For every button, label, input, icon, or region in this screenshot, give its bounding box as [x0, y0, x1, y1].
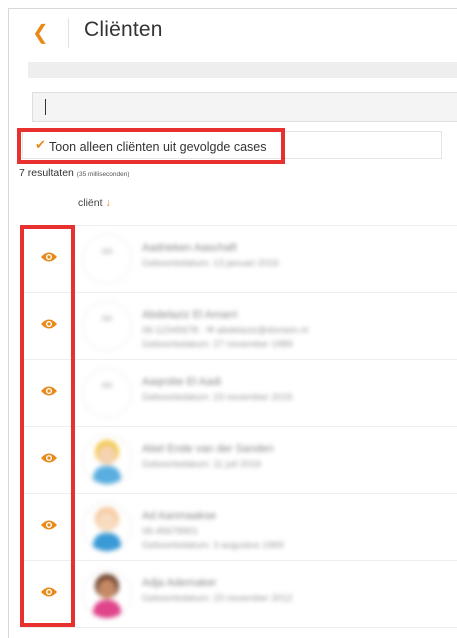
avatar — [82, 435, 132, 485]
results-time: (35 milliseconden) — [76, 171, 130, 178]
avatar-face — [98, 512, 116, 532]
client-row[interactable]: Abel Ende van der Sanden Geboortedatum: 1… — [20, 426, 457, 493]
client-list: AA Aadrieken Aaschaft Geboortedatum: 13 ja… — [20, 225, 457, 628]
avatar-body — [93, 533, 121, 551]
client-row[interactable]: Adja Ademaker Geboortedatum: 23 november … — [20, 560, 457, 628]
header-divider — [68, 18, 69, 48]
client-name[interactable]: Adja Ademaker — [142, 577, 217, 589]
avatar-face — [98, 445, 116, 465]
client-row[interactable]: AA Aadrieken Aaschaft Geboortedatum: 13 ja… — [20, 225, 457, 292]
avatar — [82, 502, 132, 552]
client-detail: 06-12345678 · ✉ abdelaziz@domein.nl — [142, 325, 309, 336]
client-row[interactable]: AA Abdelaziz El Amarri 06-12345678 · ✉ abd… — [20, 292, 457, 359]
avatar: AA — [82, 234, 132, 284]
avatar-initials: AA — [101, 247, 113, 256]
avatar — [82, 569, 132, 619]
client-name[interactable]: Aaqrobe El Aadi — [142, 376, 221, 388]
client-name[interactable]: Abel Ende van der Sanden — [142, 443, 274, 455]
search-input[interactable] — [32, 92, 457, 122]
client-row[interactable]: AA Aaqrobe El Aadi Geboortedatum: 23 novem… — [20, 359, 457, 426]
highlight-filter-annotation — [17, 128, 285, 164]
client-birthdate: Geboortedatum: 3 augustus 1969 — [142, 540, 284, 551]
highlight-eye-column-annotation — [20, 225, 75, 627]
column-header-label: cliënt — [78, 197, 103, 209]
back-chevron-icon[interactable]: ❮ — [32, 22, 54, 44]
column-header-client[interactable]: cliënt ↓ — [78, 197, 111, 209]
page-title: Cliënten — [84, 18, 163, 41]
avatar: AA — [82, 368, 132, 418]
results-summary: 7 resultaten (35 milliseconden) — [19, 167, 130, 179]
client-name[interactable]: Abdelaziz El Amarri — [142, 309, 237, 321]
avatar-initials: AA — [101, 314, 113, 323]
toolbar-strip — [28, 62, 457, 78]
client-detail: 06-45678901 — [142, 526, 198, 537]
client-birthdate: Geboortedatum: 27 november 1989 — [142, 339, 293, 350]
client-detail: Geboortedatum: 23 november 2012 — [142, 593, 293, 604]
client-row[interactable]: Ad Aanmaakse 06-45678901 Geboortedatum: 3 … — [20, 493, 457, 560]
text-caret — [45, 99, 46, 115]
avatar-initials: AA — [101, 381, 113, 390]
results-count: 7 resultaten — [19, 167, 74, 179]
sort-arrow-icon: ↓ — [105, 197, 111, 209]
client-detail: Geboortedatum: 11 juli 2016 — [142, 459, 262, 470]
avatar-body — [93, 600, 121, 618]
avatar-body — [93, 466, 121, 484]
client-detail: Geboortedatum: 13 januari 2016 — [142, 258, 279, 269]
client-name[interactable]: Aadrieken Aaschaft — [142, 242, 237, 254]
avatar: AA — [82, 301, 132, 351]
client-detail: Geboortedatum: 23 november 2015 — [142, 392, 293, 403]
client-name[interactable]: Ad Aanmaakse — [142, 510, 216, 522]
avatar-face — [98, 579, 116, 599]
